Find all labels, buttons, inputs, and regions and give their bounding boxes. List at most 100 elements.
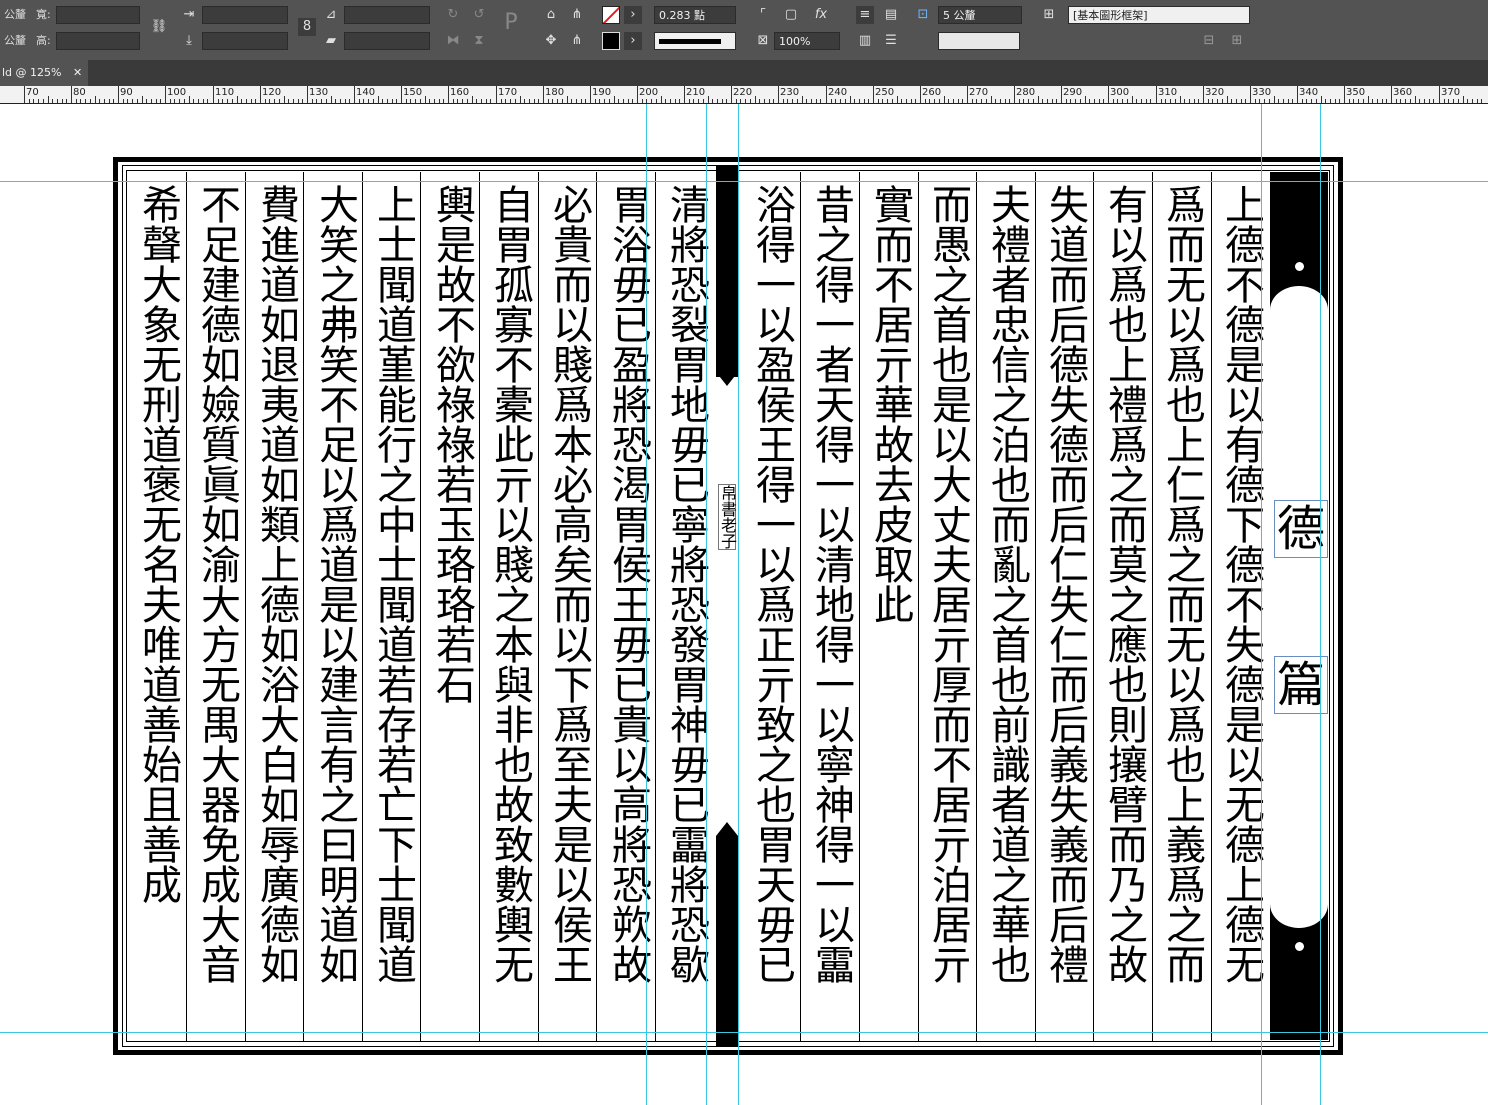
column-rule xyxy=(1093,172,1094,1042)
ruler-tick xyxy=(85,99,86,103)
ruler-tick xyxy=(1094,99,1095,103)
ruler-tick xyxy=(90,99,91,103)
ruler-tick xyxy=(1047,99,1048,103)
ruler-tick xyxy=(873,86,874,103)
ruler-tick xyxy=(939,99,940,103)
ruler-tick xyxy=(184,99,185,103)
flip-v-icon[interactable]: ⧗ xyxy=(470,32,488,50)
shear-field[interactable] xyxy=(344,32,430,50)
ruler-tick-label: 360 xyxy=(1393,87,1413,98)
ruler-tick xyxy=(651,99,652,103)
rotate-ccw-icon[interactable]: ↺ xyxy=(470,6,488,24)
text-column: 失道而后德失德而后仁失仁而后義失義而后禮 xyxy=(1042,184,1088,984)
rotate-cw-icon[interactable]: ↻ xyxy=(444,6,462,24)
ruler-tick xyxy=(524,99,525,103)
ruler-tick xyxy=(104,99,105,103)
ruler-tick xyxy=(1146,99,1147,103)
stroke-menu-icon[interactable]: › xyxy=(624,32,642,50)
corner-shape-select[interactable] xyxy=(938,32,1020,50)
ruler-tick xyxy=(1061,86,1062,103)
ruler-tick xyxy=(897,96,898,103)
text-column: 而愚之首也是以大丈夫居亓厚而不居亓泊居亓 xyxy=(925,184,971,984)
wrap-none-icon[interactable]: ≡ xyxy=(856,6,874,24)
ruler-tick xyxy=(962,99,963,103)
ruler-tick xyxy=(581,99,582,103)
vertical-guide[interactable] xyxy=(1320,104,1321,1105)
wrap-shape-icon[interactable]: ▥ xyxy=(856,32,874,50)
auto-fit-icon[interactable]: ⊡ xyxy=(914,6,932,24)
ruler-tick xyxy=(764,99,765,103)
vertical-guide[interactable] xyxy=(646,104,647,1105)
vertical-guide[interactable] xyxy=(706,104,707,1105)
horizontal-guide[interactable] xyxy=(0,181,1488,182)
select-previous-icon[interactable]: ✥ xyxy=(542,32,560,50)
ruler-tick xyxy=(797,99,798,103)
ruler-tick xyxy=(255,99,256,103)
ruler-tick xyxy=(1075,99,1076,103)
ruler-tick xyxy=(759,99,760,103)
ruler-tick xyxy=(1255,99,1256,103)
height-field[interactable] xyxy=(56,32,140,50)
ruler-tick xyxy=(66,99,67,103)
ruler-tick xyxy=(33,99,34,103)
vertical-guide[interactable] xyxy=(1261,104,1262,1105)
opacity-field[interactable]: 100% xyxy=(774,32,840,50)
ruler-tick-label: 170 xyxy=(498,87,518,98)
ruler-tick xyxy=(165,86,166,103)
horizontal-ruler[interactable]: 70 80 90 100 110 120 130 140 150 160 170 180 190 200 2… xyxy=(0,86,1488,104)
frame-icon[interactable]: ▢ xyxy=(782,6,800,24)
width-field[interactable] xyxy=(56,6,140,24)
ruler-tick xyxy=(434,99,435,103)
horizontal-guide[interactable] xyxy=(0,1032,1488,1033)
ruler-tick xyxy=(1023,99,1024,103)
ruler-tick xyxy=(831,99,832,103)
object-style-select[interactable]: [基本圖形框架] xyxy=(1068,6,1250,24)
wrap-jump-icon[interactable]: ☰ xyxy=(882,32,900,50)
select-container-icon[interactable]: ⌂ xyxy=(542,6,560,24)
ruler-tick xyxy=(1311,99,1312,103)
fill-swatch[interactable] xyxy=(602,6,620,24)
ruler-tick xyxy=(137,99,138,103)
column-rule xyxy=(976,172,977,1042)
scale-x-field[interactable] xyxy=(202,6,288,24)
effects-icon[interactable]: fx xyxy=(812,6,830,24)
p-selection-icon[interactable]: P xyxy=(502,12,520,34)
ruler-tick-label: 310 xyxy=(1158,87,1178,98)
select-content-icon[interactable]: ⋔ xyxy=(568,6,586,24)
ruler-tick xyxy=(745,99,746,103)
stroke-corner-icon[interactable]: ⌜ xyxy=(754,6,772,24)
stroke-type-select[interactable] xyxy=(654,32,736,50)
ruler-tick xyxy=(222,99,223,103)
panel-menu-icon[interactable]: ⊞ xyxy=(1228,32,1246,50)
ruler-tick xyxy=(382,99,383,103)
link-scale-icon[interactable]: 8 xyxy=(298,18,316,36)
wrap-bbox-icon[interactable]: ▤ xyxy=(882,6,900,24)
rotate-field[interactable] xyxy=(344,6,430,24)
select-next-icon[interactable]: ⋔ xyxy=(568,32,586,50)
vertical-guide[interactable] xyxy=(738,104,739,1105)
close-icon[interactable]: ✕ xyxy=(73,66,82,79)
ruler-tick xyxy=(1122,99,1123,103)
stroke-weight-field[interactable]: 0.283 點 xyxy=(654,6,736,24)
spine-bottom-tail xyxy=(716,822,738,836)
flip-h-icon[interactable]: ⧓ xyxy=(444,32,462,50)
document-tab[interactable]: ld @ 125% ✕ xyxy=(0,60,88,86)
scale-y-field[interactable] xyxy=(202,32,288,50)
ruler-tick xyxy=(1250,86,1251,103)
ruler-tick xyxy=(1330,99,1331,103)
ruler-tick xyxy=(132,99,133,103)
ruler-tick xyxy=(1363,99,1364,103)
ruler-tick xyxy=(665,99,666,103)
ruler-tick xyxy=(1056,99,1057,103)
ruler-tick xyxy=(576,99,577,103)
constrain-proportions-icon[interactable]: ⛓ xyxy=(150,18,168,36)
ruler-tick xyxy=(1117,99,1118,103)
stroke-swatch[interactable] xyxy=(602,32,620,50)
gap-field[interactable]: 5 公釐 xyxy=(938,6,1022,24)
clear-overrides-icon[interactable]: ⊟ xyxy=(1200,32,1218,50)
ruler-tick xyxy=(340,99,341,103)
fill-menu-icon[interactable]: › xyxy=(624,6,642,24)
text-column: 浴得一以盈侯王得一以爲正亓致之也胃天毋已 xyxy=(749,184,795,984)
ruler-tick xyxy=(698,99,699,103)
ruler-tick xyxy=(769,99,770,103)
